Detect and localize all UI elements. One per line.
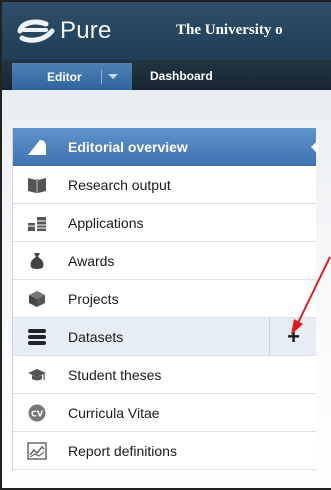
screenshot-frame [0, 0, 331, 490]
